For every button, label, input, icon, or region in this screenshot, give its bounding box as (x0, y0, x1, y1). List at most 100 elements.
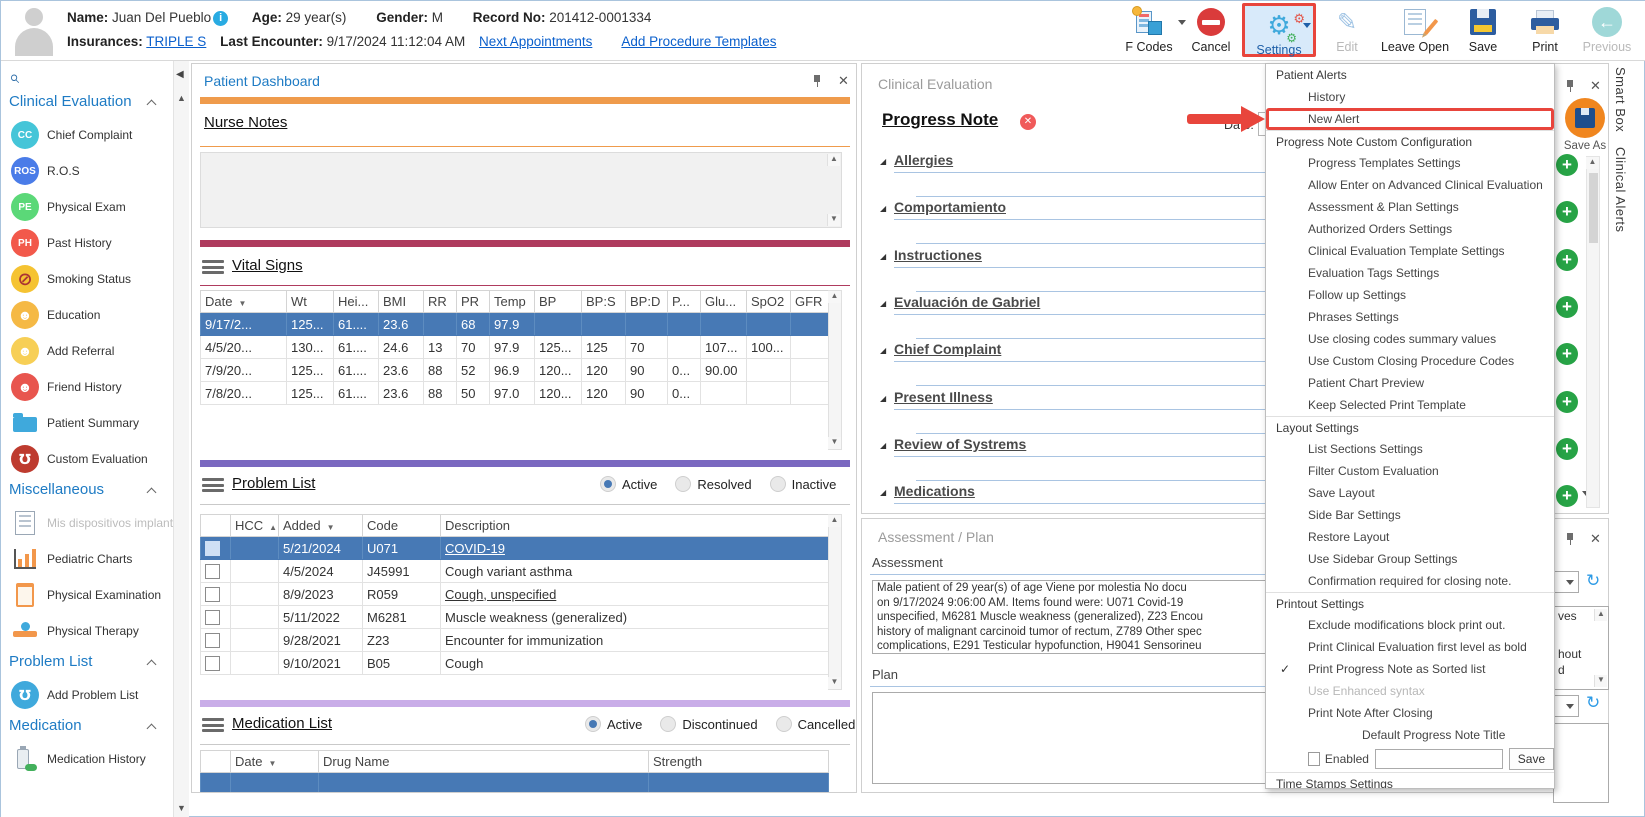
menu-item-authorized-orders-settings[interactable]: Authorized Orders Settings (1266, 218, 1554, 240)
problem-scroll-down-icon[interactable]: ▼ (828, 677, 841, 689)
tab-smart-box[interactable]: Smart Box (1613, 67, 1628, 132)
menu-item-use-sidebar-group-settings[interactable]: Use Sidebar Group Settings (1266, 548, 1554, 570)
alerts-empty-box[interactable] (1553, 723, 1609, 803)
add-section-entry-button[interactable]: + (1556, 248, 1578, 271)
next-appointments-link[interactable]: Next Appointments (479, 34, 592, 49)
vitals-column-header[interactable]: SpO2 (746, 290, 791, 313)
menu-item-print-clinical-evaluation-first-level-as-bold[interactable]: Print Clinical Evaluation first level as… (1266, 636, 1554, 658)
medication-list-menu-icon[interactable] (202, 718, 224, 734)
menu-item-restore-layout[interactable]: Restore Layout (1266, 526, 1554, 548)
listbox-scroll-down-icon[interactable]: ▼ (1594, 675, 1607, 687)
alerts-refresh-icon-2[interactable]: ↻ (1586, 693, 1600, 713)
problem-scroll-up-icon[interactable]: ▲ (828, 515, 841, 527)
info-icon[interactable]: i (213, 11, 229, 26)
leave-open-button[interactable]: Leave Open (1378, 3, 1452, 57)
vitals-column-header[interactable]: BP:D (625, 290, 668, 313)
nurse-notes-textarea[interactable]: ▲ ▼ (200, 152, 842, 228)
chevron-up-icon[interactable] (146, 99, 157, 110)
vitals-column-header[interactable]: Temp (489, 290, 535, 313)
sidebar-item-add-problem-list[interactable]: ℧ Add Problem List (1, 677, 173, 713)
row-checkbox[interactable] (205, 587, 220, 603)
sidebar-item-physical-examination[interactable]: Physical Examination (1, 577, 173, 613)
sidebar-collapse-icon[interactable]: ◀ (176, 69, 184, 80)
problem-filter-radio-active[interactable] (600, 476, 616, 492)
sidebar-item-pediatric-charts[interactable]: Pediatric Charts (1, 541, 173, 577)
sidebar-item-physical-exam[interactable]: PE Physical Exam (1, 189, 173, 225)
vitals-row[interactable]: 9/17/2... 125... 61.... 23.6 68 97.9 (200, 312, 829, 336)
alerts-combo-dropdown-2[interactable] (1553, 695, 1579, 717)
alerts-combo-dropdown[interactable] (1553, 571, 1579, 593)
sidebar-item-patient-summary[interactable]: Patient Summary (1, 405, 173, 441)
vitals-column-header[interactable]: BP:S (581, 290, 626, 313)
problem-filter-radio-inactive[interactable] (769, 476, 786, 492)
fcodes-button[interactable]: F Codes (1118, 3, 1186, 57)
tab-clinical-alerts[interactable]: Clinical Alerts (1613, 147, 1628, 233)
vitals-column-header[interactable]: RR (423, 290, 457, 313)
menu-item-progress-templates-settings[interactable]: Progress Templates Settings (1266, 152, 1554, 174)
section-heading[interactable]: Present Illness (894, 389, 993, 405)
section-expand-icon[interactable]: ◢ (880, 346, 886, 355)
cancel-button[interactable]: Cancel (1180, 3, 1242, 57)
section-expand-icon[interactable]: ◢ (880, 252, 886, 261)
sidebar-group-header[interactable]: Medication (9, 717, 165, 739)
problem-list-menu-icon[interactable] (202, 478, 224, 494)
evaluation-scroll-up-icon[interactable]: ▲ (1586, 157, 1599, 169)
vitals-scroll-up-icon[interactable]: ▲ (828, 291, 841, 303)
problem-row[interactable]: 4/5/2024 J45991 Cough variant asthma (200, 559, 829, 583)
alerts-refresh-icon[interactable]: ↻ (1586, 571, 1600, 591)
default-title-input[interactable] (1374, 749, 1503, 769)
vitals-column-header[interactable]: BMI (378, 290, 424, 313)
menu-item-new-alert[interactable]: New Alert (1266, 108, 1554, 130)
vital-signs-menu-icon[interactable] (202, 260, 224, 276)
add-section-entry-button[interactable]: + (1556, 390, 1578, 413)
vitals-row[interactable]: 7/8/20... 125... 61.... 23.6 88 50 97.0 120... 1… (200, 381, 829, 405)
alerts-listbox[interactable]: ves ▲ hout d ▼ (1553, 606, 1609, 690)
menu-item-exclude-modifications-block-print-out-[interactable]: Exclude modifications block print out. (1266, 614, 1554, 636)
assessment-pin-icon[interactable] (1565, 533, 1575, 545)
sidebar-group-header[interactable]: Clinical Evaluation (9, 93, 165, 115)
vitals-row[interactable]: 4/5/20... 130... 61.... 24.6 13 70 97.9 125... 1… (200, 335, 829, 359)
sidebar-scrollbar[interactable]: ◀ ▲ ▼ (173, 61, 189, 817)
save-button[interactable]: Save (1452, 3, 1514, 57)
chevron-up-icon[interactable] (146, 659, 157, 670)
vital-signs-scrollbar[interactable]: ▲ ▼ (828, 290, 842, 450)
vitals-scroll-down-icon[interactable]: ▼ (828, 437, 841, 449)
evaluation-scroll-thumb[interactable] (1589, 173, 1598, 243)
problem-column-header[interactable]: Description (440, 514, 829, 537)
section-expand-icon[interactable]: ◢ (880, 299, 886, 308)
sort-desc-icon[interactable]: ▼ (268, 759, 276, 768)
section-expand-icon[interactable]: ◢ (880, 394, 886, 403)
sort-desc-icon[interactable]: ▼ (327, 523, 335, 532)
add-section-entry-button[interactable]: + (1556, 437, 1578, 460)
menu-item-evaluation-tags-settings[interactable]: Evaluation Tags Settings (1266, 262, 1554, 284)
section-heading[interactable]: Comportamiento (894, 199, 1006, 215)
add-section-entry-button[interactable]: + (1556, 154, 1578, 176)
medication-column-header[interactable]: Date ▼ (230, 750, 319, 773)
row-checkbox[interactable] (205, 633, 220, 649)
menu-item-clinical-evaluation-template-settings[interactable]: Clinical Evaluation Template Settings (1266, 240, 1554, 262)
menu-save-button[interactable]: Save (1508, 748, 1554, 770)
sidebar-item-friend-history[interactable]: ☻ Friend History (1, 369, 173, 405)
sidebar-item-smoking-status[interactable]: ⊘ Smoking Status (1, 261, 173, 297)
problem-filter-radio-resolved[interactable] (675, 476, 692, 492)
menu-item-phrases-settings[interactable]: Phrases Settings (1266, 306, 1554, 328)
sort-asc-icon[interactable]: ▲ (269, 523, 277, 532)
nurse-notes-scroll-down-icon[interactable]: ▼ (827, 214, 840, 226)
evaluation-pin-icon[interactable] (1565, 80, 1575, 92)
problem-row[interactable]: 9/28/2021 Z23 Encounter for immunization (200, 628, 829, 652)
menu-item-allow-enter-on-advanced-clinical-evaluation[interactable]: Allow Enter on Advanced Clinical Evaluat… (1266, 174, 1554, 196)
problem-column-header[interactable]: Code (362, 514, 441, 537)
section-expand-icon[interactable]: ◢ (880, 157, 886, 166)
vitals-column-header[interactable]: Hei... (333, 290, 379, 313)
medication-column-header[interactable]: Drug Name (318, 750, 649, 773)
section-heading[interactable]: Instructiones (894, 247, 982, 263)
menu-item-history[interactable]: History (1266, 86, 1554, 108)
vitals-column-header[interactable]: PR (456, 290, 490, 313)
menu-item-use-closing-codes-summary-values[interactable]: Use closing codes summary values (1266, 328, 1554, 350)
medication-filter-radio-discontinued[interactable] (660, 716, 677, 732)
vitals-row[interactable]: 7/9/20... 125... 61.... 23.6 88 52 96.9 120... 1… (200, 358, 829, 382)
sidebar-item-education[interactable]: ☻ Education (1, 297, 173, 333)
menu-item-confirmation-required-for-closing-note-[interactable]: Confirmation required for closing note. (1266, 570, 1554, 592)
medication-filter-radio-cancelled[interactable] (775, 716, 792, 732)
sidebar-group-header[interactable]: Miscellaneous (9, 481, 165, 503)
